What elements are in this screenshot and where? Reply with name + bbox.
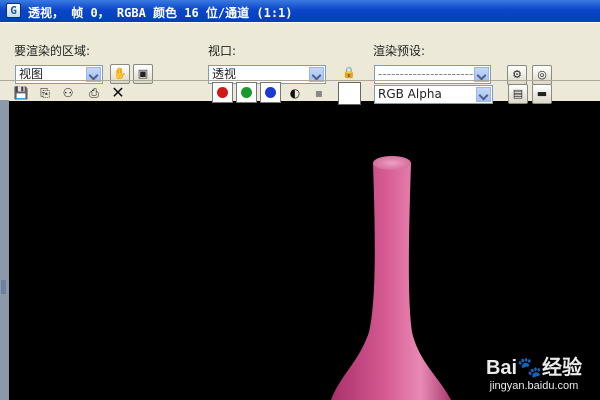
- viewport-label: 视口:: [208, 44, 237, 58]
- chevron-down-icon: [476, 87, 491, 102]
- window-title: 透视， 帧 0， RGBA 颜色 16 位/通道 (1:1): [28, 6, 293, 20]
- viewport-value: 透视: [212, 67, 237, 81]
- blue-channel-toggle[interactable]: [260, 82, 281, 103]
- green-dot-icon: [241, 87, 252, 98]
- clear-icon[interactable]: ✕: [110, 85, 126, 101]
- region-frame-icon: ▣: [137, 67, 149, 80]
- toggle-ui-overlay-button[interactable]: ▤: [508, 84, 528, 104]
- area-select[interactable]: 视图: [15, 65, 103, 84]
- alpha-channel-icon[interactable]: ◐: [287, 85, 303, 101]
- left-window-edge: [0, 100, 9, 400]
- background-color-swatch[interactable]: [338, 82, 361, 105]
- lock-viewport-button[interactable]: 🔒: [339, 64, 359, 84]
- edit-region-button[interactable]: ✋: [110, 64, 130, 84]
- app-icon: G: [6, 3, 21, 18]
- overlay-icon: ▤: [512, 87, 524, 100]
- preset-select[interactable]: -----------------------: [374, 65, 491, 84]
- area-label: 要渲染的区域:: [14, 44, 91, 58]
- render-setup-button[interactable]: ⚙: [507, 65, 527, 85]
- toolbar-divider: [0, 80, 600, 81]
- lock-icon: 🔒: [342, 66, 356, 79]
- blue-dot-icon: [265, 87, 276, 98]
- toolbar-icon: ▬: [536, 87, 548, 100]
- auto-region-button[interactable]: ▣: [133, 64, 153, 84]
- green-channel-toggle[interactable]: [236, 82, 257, 103]
- channel-display-select[interactable]: RGB Alpha: [374, 85, 493, 104]
- copy-icon[interactable]: ⎘: [37, 85, 53, 101]
- channel-display-value: RGB Alpha: [378, 87, 442, 101]
- preset-value: -----------------------: [378, 67, 478, 81]
- vase-rim: [373, 156, 411, 170]
- toggle-toolbar-button[interactable]: ▬: [532, 84, 552, 104]
- area-value: 视图: [19, 67, 44, 81]
- monochrome-icon[interactable]: ▪: [311, 85, 327, 101]
- watermark: Bai🐾经验 jingyan.baidu.com: [486, 351, 582, 392]
- watermark-logo: Bai🐾经验: [485, 357, 582, 379]
- red-dot-icon: [217, 87, 228, 98]
- vase-body: [331, 163, 451, 400]
- render-button[interactable]: ◎: [532, 65, 552, 85]
- watermark-url: jingyan.baidu.com: [489, 380, 579, 392]
- hand-icon: ✋: [113, 67, 127, 80]
- preset-label: 渲染预设:: [373, 44, 426, 58]
- save-icon[interactable]: 💾: [13, 85, 29, 101]
- print-icon[interactable]: ⎙: [86, 85, 102, 101]
- title-bar: G 透视， 帧 0， RGBA 颜色 16 位/通道 (1:1): [0, 0, 600, 22]
- clone-window-icon[interactable]: ⚇: [60, 85, 76, 101]
- red-channel-toggle[interactable]: [212, 82, 233, 103]
